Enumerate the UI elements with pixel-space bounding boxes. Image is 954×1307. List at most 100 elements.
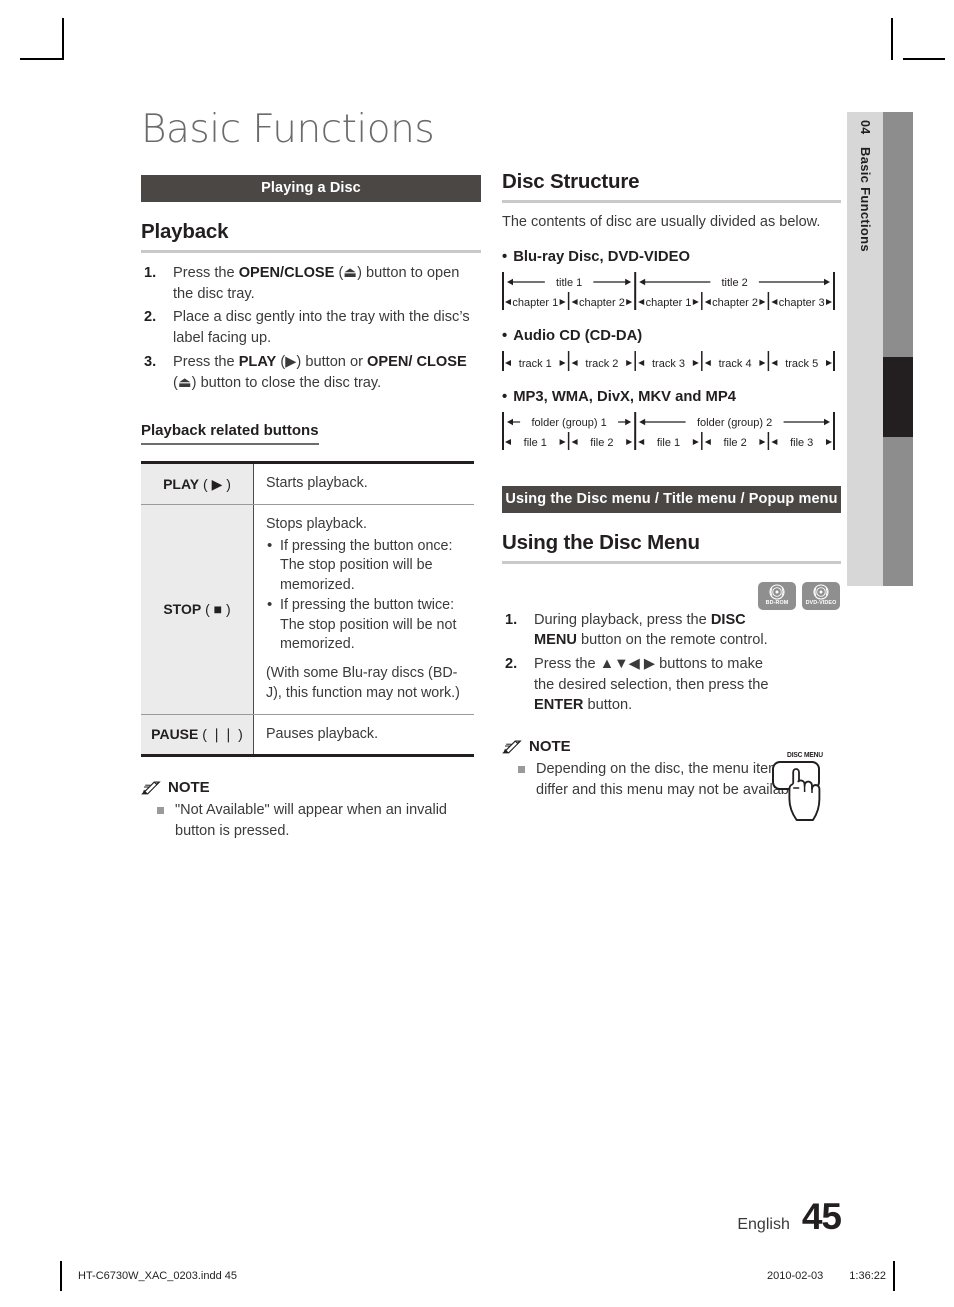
page-title: Basic Functions xyxy=(141,107,435,152)
svg-text:track 3: track 3 xyxy=(652,358,685,370)
button-name-cell: STOP ( ■ ) xyxy=(141,504,254,715)
description-bullet: If pressing the button once: The stop po… xyxy=(267,536,464,596)
crop-mark-top-right-vertical xyxy=(891,18,893,60)
diagram-label-text: MP3, WMA, DivX, MKV and MP4 xyxy=(513,388,736,405)
step-number: 2. xyxy=(505,656,518,673)
step-emphasis: ENTER xyxy=(534,697,584,714)
step-number: 1. xyxy=(505,611,518,628)
description-lead: Starts playback. xyxy=(266,475,368,492)
button-description-cell: Starts playback. xyxy=(253,462,474,506)
disc-icon xyxy=(769,584,785,600)
footer-rule-right xyxy=(893,1261,895,1291)
step-text: Press the ▲▼◀ ▶ buttons to make the desi… xyxy=(534,656,769,693)
playback-step-2: 2. Place a disc gently into the tray with… xyxy=(141,307,481,348)
svg-text:track 5: track 5 xyxy=(785,358,818,370)
note-list-left: "Not Available" will appear when an inva… xyxy=(141,800,481,841)
step-number: 3. xyxy=(144,353,157,370)
pencil-icon xyxy=(502,739,524,755)
playback-step-3: 3. Press the PLAY (▶) button or OPEN/ CLO… xyxy=(141,352,481,393)
disc-icon xyxy=(813,584,829,600)
step-text: Place a disc gently into the tray with t… xyxy=(173,309,470,347)
svg-text:file 1: file 1 xyxy=(524,437,547,449)
disc-badge-label: DVD-VIDEO xyxy=(805,600,837,607)
disc-structure-intro: The contents of disc are usually divided… xyxy=(502,214,821,230)
playback-step-1: 1. Press the OPEN/CLOSE (⏏) button to ope… xyxy=(141,263,481,304)
step-text: button. xyxy=(583,697,633,714)
button-label: PAUSE xyxy=(151,725,199,742)
section-band-using-disc-menu: Using the Disc menu / Title menu / Popup… xyxy=(502,485,841,513)
diagram-label: • Blu-ray Disc, DVD-VIDEO xyxy=(502,249,841,265)
step-emphasis: PLAY xyxy=(238,353,277,370)
diagram-1: title 1 title 2 chapter 1 chapter 2 chapter … xyxy=(502,270,841,312)
description-parenthetical: (With some Blu-ray discs (BD-J), this fu… xyxy=(266,665,460,701)
button-label: STOP xyxy=(163,600,202,617)
footer-page-number: 45 xyxy=(801,1196,842,1237)
button-name-cell: PLAY ( ▶ ) xyxy=(141,462,254,506)
table-row: PAUSE ( ❘❘ ) Pauses playback. xyxy=(141,714,474,756)
note-title-left: NOTE xyxy=(168,779,210,797)
crop-mark-top-right-horizontal xyxy=(903,58,945,60)
remote-button-label: DISC MENU xyxy=(787,750,823,759)
disc-badge-bd-rom: BD-ROM xyxy=(758,581,796,610)
bullet-dot-icon: • xyxy=(502,327,508,344)
disc-badge-label: BD-ROM xyxy=(765,600,789,607)
svg-text:file 2: file 2 xyxy=(590,437,613,449)
disc-structure-diagrams: • Blu-ray Disc, DVD-VIDEO title 1 title 2 ch… xyxy=(502,249,841,452)
svg-text:folder (group) 2: folder (group) 2 xyxy=(697,417,772,429)
hand-pressing-button-icon xyxy=(772,761,821,821)
svg-text:chapter 3: chapter 3 xyxy=(779,297,825,309)
step-text: button on the remote control. xyxy=(576,632,768,649)
bullet-dot-icon: • xyxy=(502,248,508,265)
disc-badge-dvd-video: DVD-VIDEO xyxy=(802,581,840,610)
crop-mark-top-left-vertical xyxy=(62,18,64,60)
diagram-2: track 1 track 2 track 3 track 4 track 5 xyxy=(502,349,841,373)
svg-text:chapter 1: chapter 1 xyxy=(512,297,558,309)
svg-text:track 2: track 2 xyxy=(585,358,618,370)
description-lead: Pauses playback. xyxy=(266,725,379,742)
step-text: (▶) button or xyxy=(276,353,368,370)
step-text: Press the xyxy=(173,353,239,370)
svg-text:track 4: track 4 xyxy=(719,358,752,370)
page-footer: English 45 xyxy=(737,1196,842,1238)
step-text: During playback, press the xyxy=(534,611,711,628)
bullet-dot-icon: • xyxy=(502,388,508,405)
disc-menu-steps: 1. During playback, press the DISC MENU b… xyxy=(502,610,780,717)
disc-type-badges: BD-ROM DVD-VIDEO xyxy=(758,581,840,610)
button-symbol-icon: ( ❘❘ ) xyxy=(198,725,243,742)
diagram-3: folder (group) 1 folder (group) 2 file 1 fi… xyxy=(502,410,841,452)
note-title-right: NOTE xyxy=(529,738,571,756)
heading-playback: Playback xyxy=(141,220,481,253)
table-row: PLAY ( ▶ ) Starts playback. xyxy=(141,462,474,506)
step-text: Press the xyxy=(173,265,239,281)
note-heading-left: NOTE xyxy=(141,779,481,796)
heading-using-the-disc-menu: Using the Disc Menu xyxy=(502,531,841,564)
footer-file-name: HT-C6730W_XAC_0203.indd 45 xyxy=(78,1270,237,1282)
footer-rule-left xyxy=(60,1261,62,1291)
step-number: 2. xyxy=(144,309,157,326)
footer-date: 2010-02-03 xyxy=(767,1270,824,1282)
footer-time: 1:36:22 xyxy=(849,1270,886,1282)
playback-buttons-table: PLAY ( ▶ ) Starts playback. STOP ( ■ ) Stop… xyxy=(141,461,474,758)
button-symbol-icon: ( ■ ) xyxy=(201,600,231,617)
button-description-cell: Stops playback. If pressing the button on… xyxy=(253,504,474,715)
disc-menu-step-2: 2. Press the ▲▼◀ ▶ buttons to make the de… xyxy=(502,654,780,716)
footer-language: English xyxy=(737,1216,790,1233)
chapter-number: 04 xyxy=(858,120,872,135)
description-bullets: If pressing the button once: The stop po… xyxy=(266,536,464,655)
diagram-label-text: Audio CD (CD-DA) xyxy=(513,327,643,344)
remote-disc-menu-illustration: DISC MENU xyxy=(769,750,841,828)
svg-text:chapter 1: chapter 1 xyxy=(646,297,692,309)
diagram-label: • MP3, WMA, DivX, MKV and MP4 xyxy=(502,389,841,405)
svg-text:file 2: file 2 xyxy=(723,437,746,449)
chapter-bar-marker xyxy=(883,357,913,437)
table-row: STOP ( ■ ) Stops playback. If pressing the… xyxy=(141,504,474,715)
pencil-icon xyxy=(141,780,163,796)
chapter-bar xyxy=(883,112,913,586)
right-column: Disc Structure The contents of disc are … xyxy=(502,110,841,821)
step-text: (⏏) button to close the disc tray. xyxy=(173,374,382,391)
button-label: PLAY xyxy=(163,475,200,492)
description-bullet: If pressing the button twice: The stop p… xyxy=(267,595,464,655)
button-description-cell: Pauses playback. xyxy=(254,714,475,756)
button-symbol-icon: ( ▶ ) xyxy=(199,475,231,492)
svg-text:track 1: track 1 xyxy=(519,358,552,370)
